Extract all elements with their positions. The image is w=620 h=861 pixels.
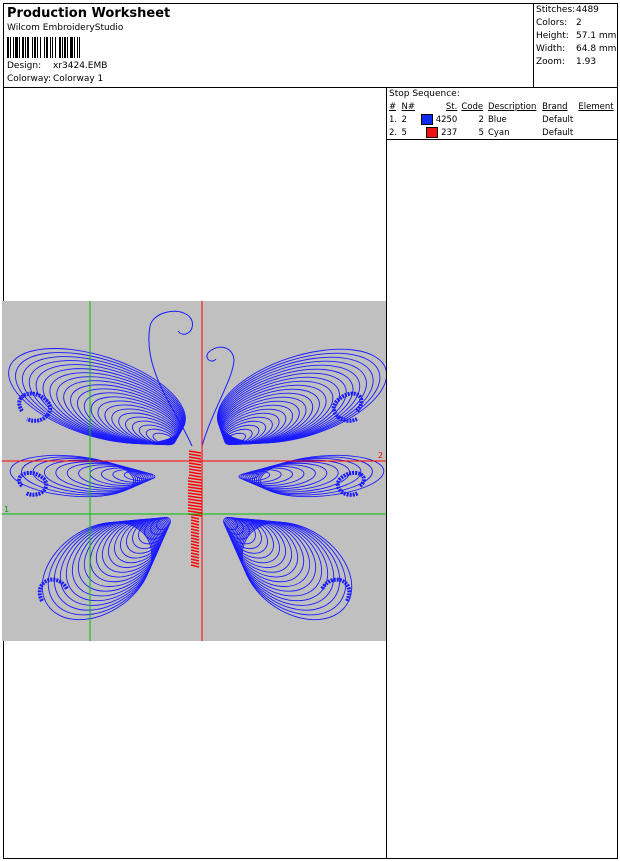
col-element: Element (578, 102, 614, 112)
body-stitch (190, 549, 200, 553)
body-stitch (187, 486, 203, 490)
row-st-cell: 237 (418, 126, 460, 139)
body-stitch (188, 474, 202, 478)
row-brand: Default (542, 127, 574, 138)
body-stitch (187, 498, 203, 502)
col-num: # (389, 102, 397, 112)
body-stitch (190, 540, 200, 544)
body-stitch (187, 489, 203, 493)
software-name: Wilcom EmbroideryStudio (7, 23, 124, 33)
color-swatch (420, 114, 433, 125)
col-brand: Brand (542, 102, 568, 112)
stop-sequence-title: Stop Sequence: (389, 89, 460, 99)
header-divider (3, 87, 618, 88)
body-stitch (187, 504, 203, 508)
body-stitch (188, 456, 202, 460)
body-stitch (188, 450, 202, 454)
row-brand: Default (542, 114, 574, 125)
sequence-divider (386, 87, 387, 859)
row-st: 4250 (435, 115, 458, 125)
body-stitch (187, 477, 203, 481)
body-stitch (190, 558, 200, 562)
red-guide-label: 2 (378, 451, 383, 460)
row-num: 1. (389, 114, 398, 125)
height-label: Height: (536, 31, 569, 41)
design-label: Design: (7, 61, 42, 71)
row-st-cell: 4250 (418, 113, 460, 126)
body-stitch (187, 495, 203, 499)
green-guide-label: 1 (4, 505, 9, 514)
row-element (576, 126, 617, 139)
sequence-bottom-line (386, 139, 618, 140)
table-row: 2. 5 237 5 Cyan Default (387, 126, 617, 139)
body-stitch (187, 480, 203, 484)
design-value: xr3424.EMB (53, 61, 108, 71)
colors-value: 2 (576, 18, 582, 28)
stop-sequence-table: # N# St. Code Description Brand Element … (387, 101, 617, 139)
body-stitch (188, 468, 202, 472)
barcode (7, 37, 80, 58)
body-stitch (190, 522, 200, 526)
body-stitch (190, 552, 200, 556)
body-stitch (190, 555, 200, 559)
col-description: Description (487, 102, 537, 112)
butterfly-embroidery: 2 1 (2, 301, 388, 641)
row-element (576, 113, 617, 126)
stitches-label: Stitches: (536, 5, 576, 15)
row-code: 2 (478, 114, 484, 125)
body-stitch (190, 561, 200, 565)
table-header-row: # N# St. Code Description Brand Element (387, 101, 617, 113)
row-st: 237 (441, 128, 458, 138)
body-stitch (188, 453, 202, 457)
color-swatch (426, 127, 439, 138)
row-num: 2. (389, 127, 398, 138)
row-description: Blue (487, 114, 507, 125)
body-stitch (190, 525, 200, 529)
body-stitch (190, 528, 200, 532)
stats-divider (533, 3, 534, 87)
height-value: 57.1 mm (576, 31, 617, 41)
butterfly-body (187, 450, 203, 568)
body-stitch (190, 543, 200, 547)
body-stitch (190, 531, 200, 535)
body-stitch (190, 546, 200, 550)
body-stitch (187, 492, 203, 496)
colorway-label: Colorway: (7, 74, 52, 84)
row-description: Cyan (487, 127, 510, 138)
design-preview: 2 1 (2, 301, 388, 641)
col-n: N# (401, 102, 416, 112)
body-stitch (190, 516, 200, 520)
body-stitch (187, 483, 203, 487)
colors-label: Colors: (536, 18, 568, 28)
body-stitch (188, 465, 202, 469)
stitches-value: 4489 (576, 5, 599, 15)
table-row: 1. 2 4250 2 Blue Default (387, 113, 617, 126)
col-code: Code (461, 102, 484, 112)
body-stitch (188, 471, 202, 475)
zoom-value: 1.93 (576, 57, 597, 67)
row-n: 5 (401, 127, 407, 138)
body-stitch (187, 501, 203, 505)
row-n: 2 (401, 114, 407, 125)
body-stitch (190, 564, 200, 568)
body-stitch (187, 510, 203, 514)
body-stitch (190, 519, 200, 523)
body-stitch (190, 534, 200, 538)
width-value: 64.8 mm (576, 44, 617, 54)
row-code: 5 (478, 127, 484, 138)
body-stitch (190, 537, 200, 541)
body-stitch (188, 462, 202, 466)
width-label: Width: (536, 44, 566, 54)
body-stitch (187, 507, 203, 511)
zoom-label: Zoom: (536, 57, 565, 67)
col-st: St. (445, 102, 458, 112)
page-title: Production Worksheet (7, 6, 171, 21)
colorway-value: Colorway 1 (53, 74, 104, 84)
